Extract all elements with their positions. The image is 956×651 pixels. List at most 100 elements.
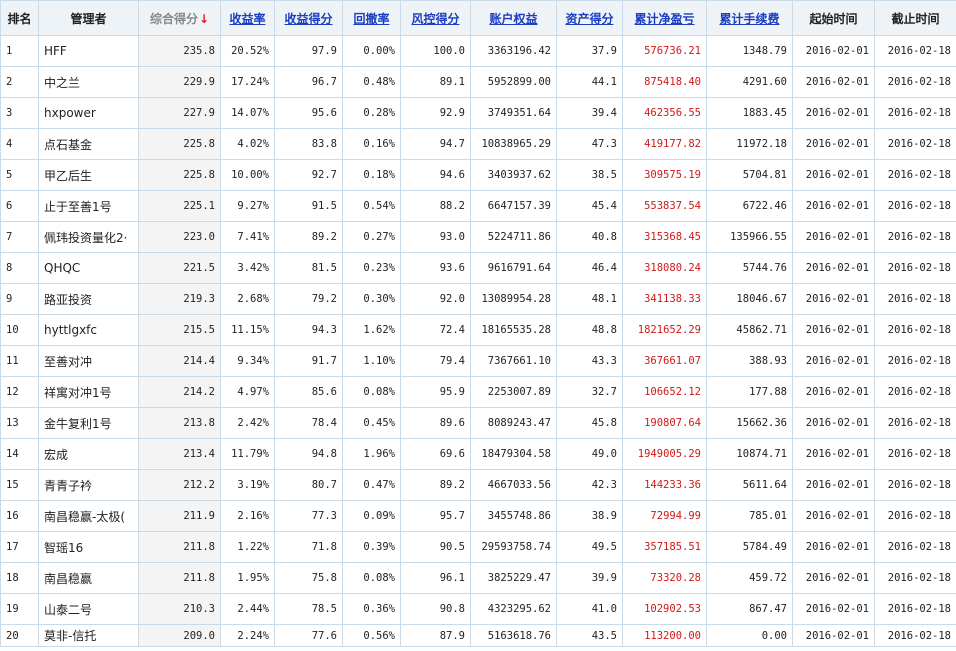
cell-start: 2016-02-01 — [792, 624, 875, 647]
cell-cum-pnl: 309575.19 — [622, 159, 707, 191]
cell-start: 2016-02-01 — [792, 562, 875, 594]
cell-equity: 3403937.62 — [470, 159, 557, 191]
cell-start: 2016-02-01 — [792, 221, 875, 253]
table-row: 17 智瑶16 211.8 1.22% 71.8 0.39% 90.5 29593758.74… — [0, 531, 956, 563]
cell-start: 2016-02-01 — [792, 314, 875, 346]
cell-cum-pnl: 113200.00 — [622, 624, 707, 647]
cell-equity: 2253007.89 — [470, 376, 557, 408]
cell-total-score: 213.8 — [138, 407, 221, 439]
table-row: 12 祥寓对冲1号 214.2 4.97% 85.6 0.08% 95.9 2253007.8… — [0, 376, 956, 408]
column-header-label: 截止时间 — [891, 11, 940, 26]
cell-return-rate: 17.24% — [220, 66, 275, 98]
cell-end: 2016-02-18 — [874, 531, 956, 563]
cell-start: 2016-02-01 — [792, 438, 875, 470]
cell-return-rate: 11.79% — [220, 438, 275, 470]
cell-equity: 10838965.29 — [470, 128, 557, 160]
cell-total-score: 215.5 — [138, 314, 221, 346]
cell-asset-score: 45.4 — [556, 190, 623, 222]
cell-cum-fee: 5744.76 — [706, 252, 793, 284]
cell-cum-fee: 135966.55 — [706, 221, 793, 253]
cell-asset-score: 43.3 — [556, 345, 623, 377]
cell-rank: 11 — [0, 345, 39, 377]
cell-cum-fee: 459.72 — [706, 562, 793, 594]
cell-cum-pnl: 144233.36 — [622, 469, 707, 501]
cell-return-score: 95.6 — [274, 97, 343, 129]
cell-start: 2016-02-01 — [792, 128, 875, 160]
cell-rank: 14 — [0, 438, 39, 470]
cell-start: 2016-02-01 — [792, 376, 875, 408]
cell-cum-fee: 10874.71 — [706, 438, 793, 470]
cell-drawdown: 1.10% — [342, 345, 401, 377]
cell-drawdown: 0.23% — [342, 252, 401, 284]
cell-asset-score: 38.5 — [556, 159, 623, 191]
cell-return-score: 94.8 — [274, 438, 343, 470]
cell-drawdown: 0.54% — [342, 190, 401, 222]
cell-rank: 17 — [0, 531, 39, 563]
cell-return-rate: 3.42% — [220, 252, 275, 284]
cell-total-score: 225.8 — [138, 128, 221, 160]
cell-cum-fee: 11972.18 — [706, 128, 793, 160]
cell-start: 2016-02-01 — [792, 469, 875, 501]
cell-rank: 8 — [0, 252, 39, 284]
cell-end: 2016-02-18 — [874, 624, 956, 647]
cell-cum-pnl: 73320.28 — [622, 562, 707, 594]
cell-risk-score: 89.2 — [400, 469, 471, 501]
cell-cum-fee: 5611.64 — [706, 469, 793, 501]
cell-total-score: 211.8 — [138, 531, 221, 563]
cell-cum-pnl: 1949005.29 — [622, 438, 707, 470]
table-row: 9 路亚投资 219.3 2.68% 79.2 0.30% 92.0 13089954.28 4… — [0, 283, 956, 315]
cell-asset-score: 44.1 — [556, 66, 623, 98]
cell-risk-score: 95.7 — [400, 500, 471, 532]
cell-cum-fee: 867.47 — [706, 593, 793, 625]
cell-start: 2016-02-01 — [792, 159, 875, 191]
cell-end: 2016-02-18 — [874, 593, 956, 625]
cell-return-score: 79.2 — [274, 283, 343, 315]
ranking-table: 排名 管理者 综合得分↓ 收益率 收益得分 回撤率 风控得分 账户权益 资产得分 累计净盈亏 累计手… — [0, 0, 956, 647]
column-header-manager: 管理者 — [38, 0, 139, 36]
cell-risk-score: 89.1 — [400, 66, 471, 98]
cell-asset-score: 49.5 — [556, 531, 623, 563]
cell-manager: 宏成 — [38, 438, 139, 470]
cell-return-rate: 7.41% — [220, 221, 275, 253]
cell-asset-score: 46.4 — [556, 252, 623, 284]
cell-end: 2016-02-18 — [874, 128, 956, 160]
cell-risk-score: 93.0 — [400, 221, 471, 253]
cell-manager: hyttlgxfc — [38, 314, 139, 346]
cell-total-score: 223.0 — [138, 221, 221, 253]
cell-return-score: 71.8 — [274, 531, 343, 563]
cell-drawdown: 0.18% — [342, 159, 401, 191]
cell-start: 2016-02-01 — [792, 252, 875, 284]
cell-total-score: 213.4 — [138, 438, 221, 470]
column-header-cum-fee[interactable]: 累计手续费 — [706, 0, 793, 36]
cell-asset-score: 47.3 — [556, 128, 623, 160]
cell-risk-score: 94.6 — [400, 159, 471, 191]
column-header-return-score[interactable]: 收益得分 — [274, 0, 343, 36]
column-header-cum-pnl[interactable]: 累计净盈亏 — [622, 0, 707, 36]
cell-total-score: 214.2 — [138, 376, 221, 408]
cell-return-score: 91.5 — [274, 190, 343, 222]
cell-risk-score: 92.9 — [400, 97, 471, 129]
cell-cum-pnl: 102902.53 — [622, 593, 707, 625]
cell-cum-pnl: 72994.99 — [622, 500, 707, 532]
cell-return-score: 83.8 — [274, 128, 343, 160]
cell-risk-score: 93.6 — [400, 252, 471, 284]
table-row: 18 南昌稳赢 211.8 1.95% 75.8 0.08% 96.1 3825229.47 3… — [0, 562, 956, 594]
cell-total-score: 229.9 — [138, 66, 221, 98]
table-row: 6 止于至善1号 225.1 9.27% 91.5 0.54% 88.2 6647157.39… — [0, 190, 956, 222]
cell-risk-score: 69.6 — [400, 438, 471, 470]
column-header-equity[interactable]: 账户权益 — [470, 0, 557, 36]
cell-asset-score: 42.3 — [556, 469, 623, 501]
column-header-total-score[interactable]: 综合得分↓ — [138, 0, 221, 36]
cell-return-rate: 10.00% — [220, 159, 275, 191]
column-header-asset-score[interactable]: 资产得分 — [556, 0, 623, 36]
column-header-drawdown[interactable]: 回撤率 — [342, 0, 401, 36]
column-header-label: 收益得分 — [284, 11, 333, 26]
cell-equity: 29593758.74 — [470, 531, 557, 563]
cell-return-rate: 4.97% — [220, 376, 275, 408]
column-header-return-rate[interactable]: 收益率 — [220, 0, 275, 36]
column-header-risk-score[interactable]: 风控得分 — [400, 0, 471, 36]
cell-asset-score: 41.0 — [556, 593, 623, 625]
cell-end: 2016-02-18 — [874, 376, 956, 408]
cell-asset-score: 48.1 — [556, 283, 623, 315]
column-header-label: 风控得分 — [411, 11, 460, 26]
